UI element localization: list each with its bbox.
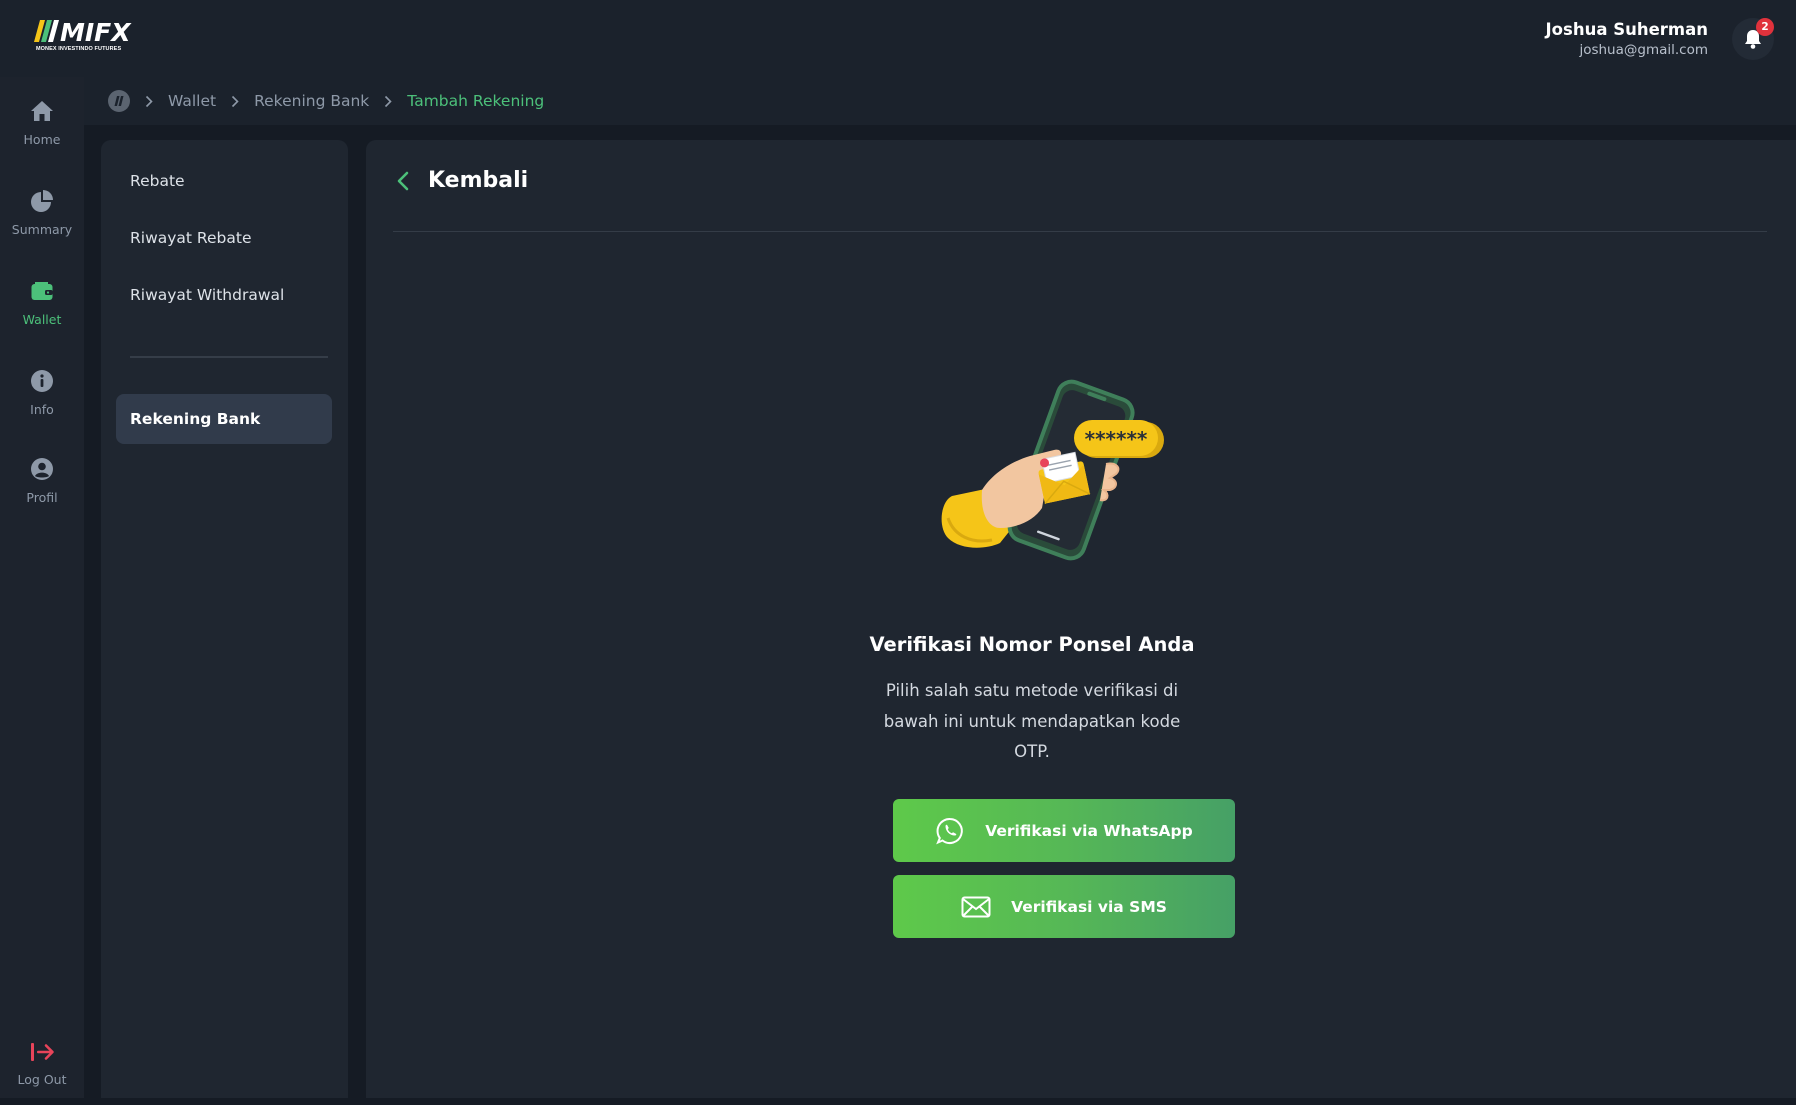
otp-phone-illustration: ****** — [941, 379, 1164, 561]
notification-button[interactable]: 2 — [1732, 18, 1774, 60]
chevron-right-icon — [384, 95, 392, 108]
chevron-left-icon — [397, 171, 409, 190]
nav-item-home[interactable]: Home — [0, 95, 84, 165]
nav-label-wallet: Wallet — [22, 312, 62, 327]
breadcrumb-current: Tambah Rekening — [407, 92, 545, 110]
logo-subtitle: MONEX INVESTINDO FUTURES — [36, 46, 122, 52]
submenu-item-riwayat-rebate[interactable]: Riwayat Rebate — [130, 229, 252, 247]
breadcrumb: Wallet Rekening Bank Tambah Rekening — [84, 77, 1796, 125]
logo-mark-icon — [114, 96, 124, 106]
nav-label-home: Home — [23, 132, 61, 147]
wallet-submenu: Rebate Riwayat Rebate Riwayat Withdrawal… — [101, 140, 348, 1098]
otp-mask-text: ****** — [1085, 427, 1148, 451]
verify-sms-button[interactable]: Verifikasi via SMS — [893, 875, 1235, 938]
submenu-item-riwayat-withdrawal[interactable]: Riwayat Withdrawal — [130, 286, 284, 304]
sms-button-label: Verifikasi via SMS — [1011, 897, 1167, 916]
whatsapp-icon — [936, 817, 964, 844]
nav-item-summary[interactable]: Summary — [0, 185, 84, 255]
chevron-right-icon — [145, 95, 153, 108]
top-bar: MIFX MONEX INVESTINDO FUTURES Joshua Suh… — [0, 0, 1796, 77]
breadcrumb-home[interactable] — [108, 90, 130, 112]
breadcrumb-wallet[interactable]: Wallet — [168, 92, 216, 110]
submenu-item-rekening-bank[interactable]: Rekening Bank — [116, 394, 332, 444]
main-panel: Kembali ****** Verifikasi Nomor Ponsel A… — [366, 140, 1796, 1098]
nav-item-wallet[interactable]: Wallet — [0, 275, 84, 345]
verification-title: Verifikasi Nomor Ponsel Anda — [869, 633, 1195, 656]
user-info[interactable]: Joshua Suherman joshua@gmail.com — [1546, 20, 1708, 59]
mifx-logo[interactable]: MIFX MONEX INVESTINDO FUTURES — [34, 18, 138, 56]
home-icon — [31, 101, 53, 121]
nav-label-summary: Summary — [11, 222, 73, 237]
svg-text:MIFX: MIFX — [60, 20, 132, 46]
user-name: Joshua Suherman — [1545, 20, 1708, 39]
verification-description: Pilih salah satu metode verifikasi di ba… — [883, 681, 1181, 761]
submenu-divider — [130, 356, 328, 358]
logout-button[interactable]: Log Out — [0, 1035, 84, 1105]
nav-item-info[interactable]: Info — [0, 365, 84, 435]
pie-chart-icon — [31, 190, 53, 212]
header-divider — [393, 231, 1767, 232]
breadcrumb-rekening-bank[interactable]: Rekening Bank — [254, 92, 369, 110]
left-navigation: Home Summary Wallet Info Profil Log Out — [0, 77, 84, 1098]
back-button[interactable]: Kembali — [396, 168, 528, 193]
submenu-item-rebate[interactable]: Rebate — [130, 172, 185, 190]
logo-stripes: MIFX — [34, 18, 132, 47]
wallet-icon — [31, 282, 53, 300]
verify-whatsapp-button[interactable]: Verifikasi via WhatsApp — [893, 799, 1235, 862]
user-email: joshua@gmail.com — [1579, 42, 1708, 58]
back-label: Kembali — [428, 168, 529, 193]
whatsapp-button-label: Verifikasi via WhatsApp — [985, 821, 1193, 840]
user-icon — [31, 458, 53, 480]
nav-label-profil: Profil — [26, 490, 58, 505]
nav-item-profil[interactable]: Profil — [0, 453, 84, 523]
logout-icon — [31, 1043, 54, 1061]
notification-badge: 2 — [1756, 18, 1774, 36]
info-icon — [31, 370, 53, 392]
envelope-icon — [961, 896, 991, 917]
logout-label: Log Out — [17, 1072, 67, 1087]
nav-label-info: Info — [30, 402, 54, 417]
chevron-right-icon — [231, 95, 239, 108]
